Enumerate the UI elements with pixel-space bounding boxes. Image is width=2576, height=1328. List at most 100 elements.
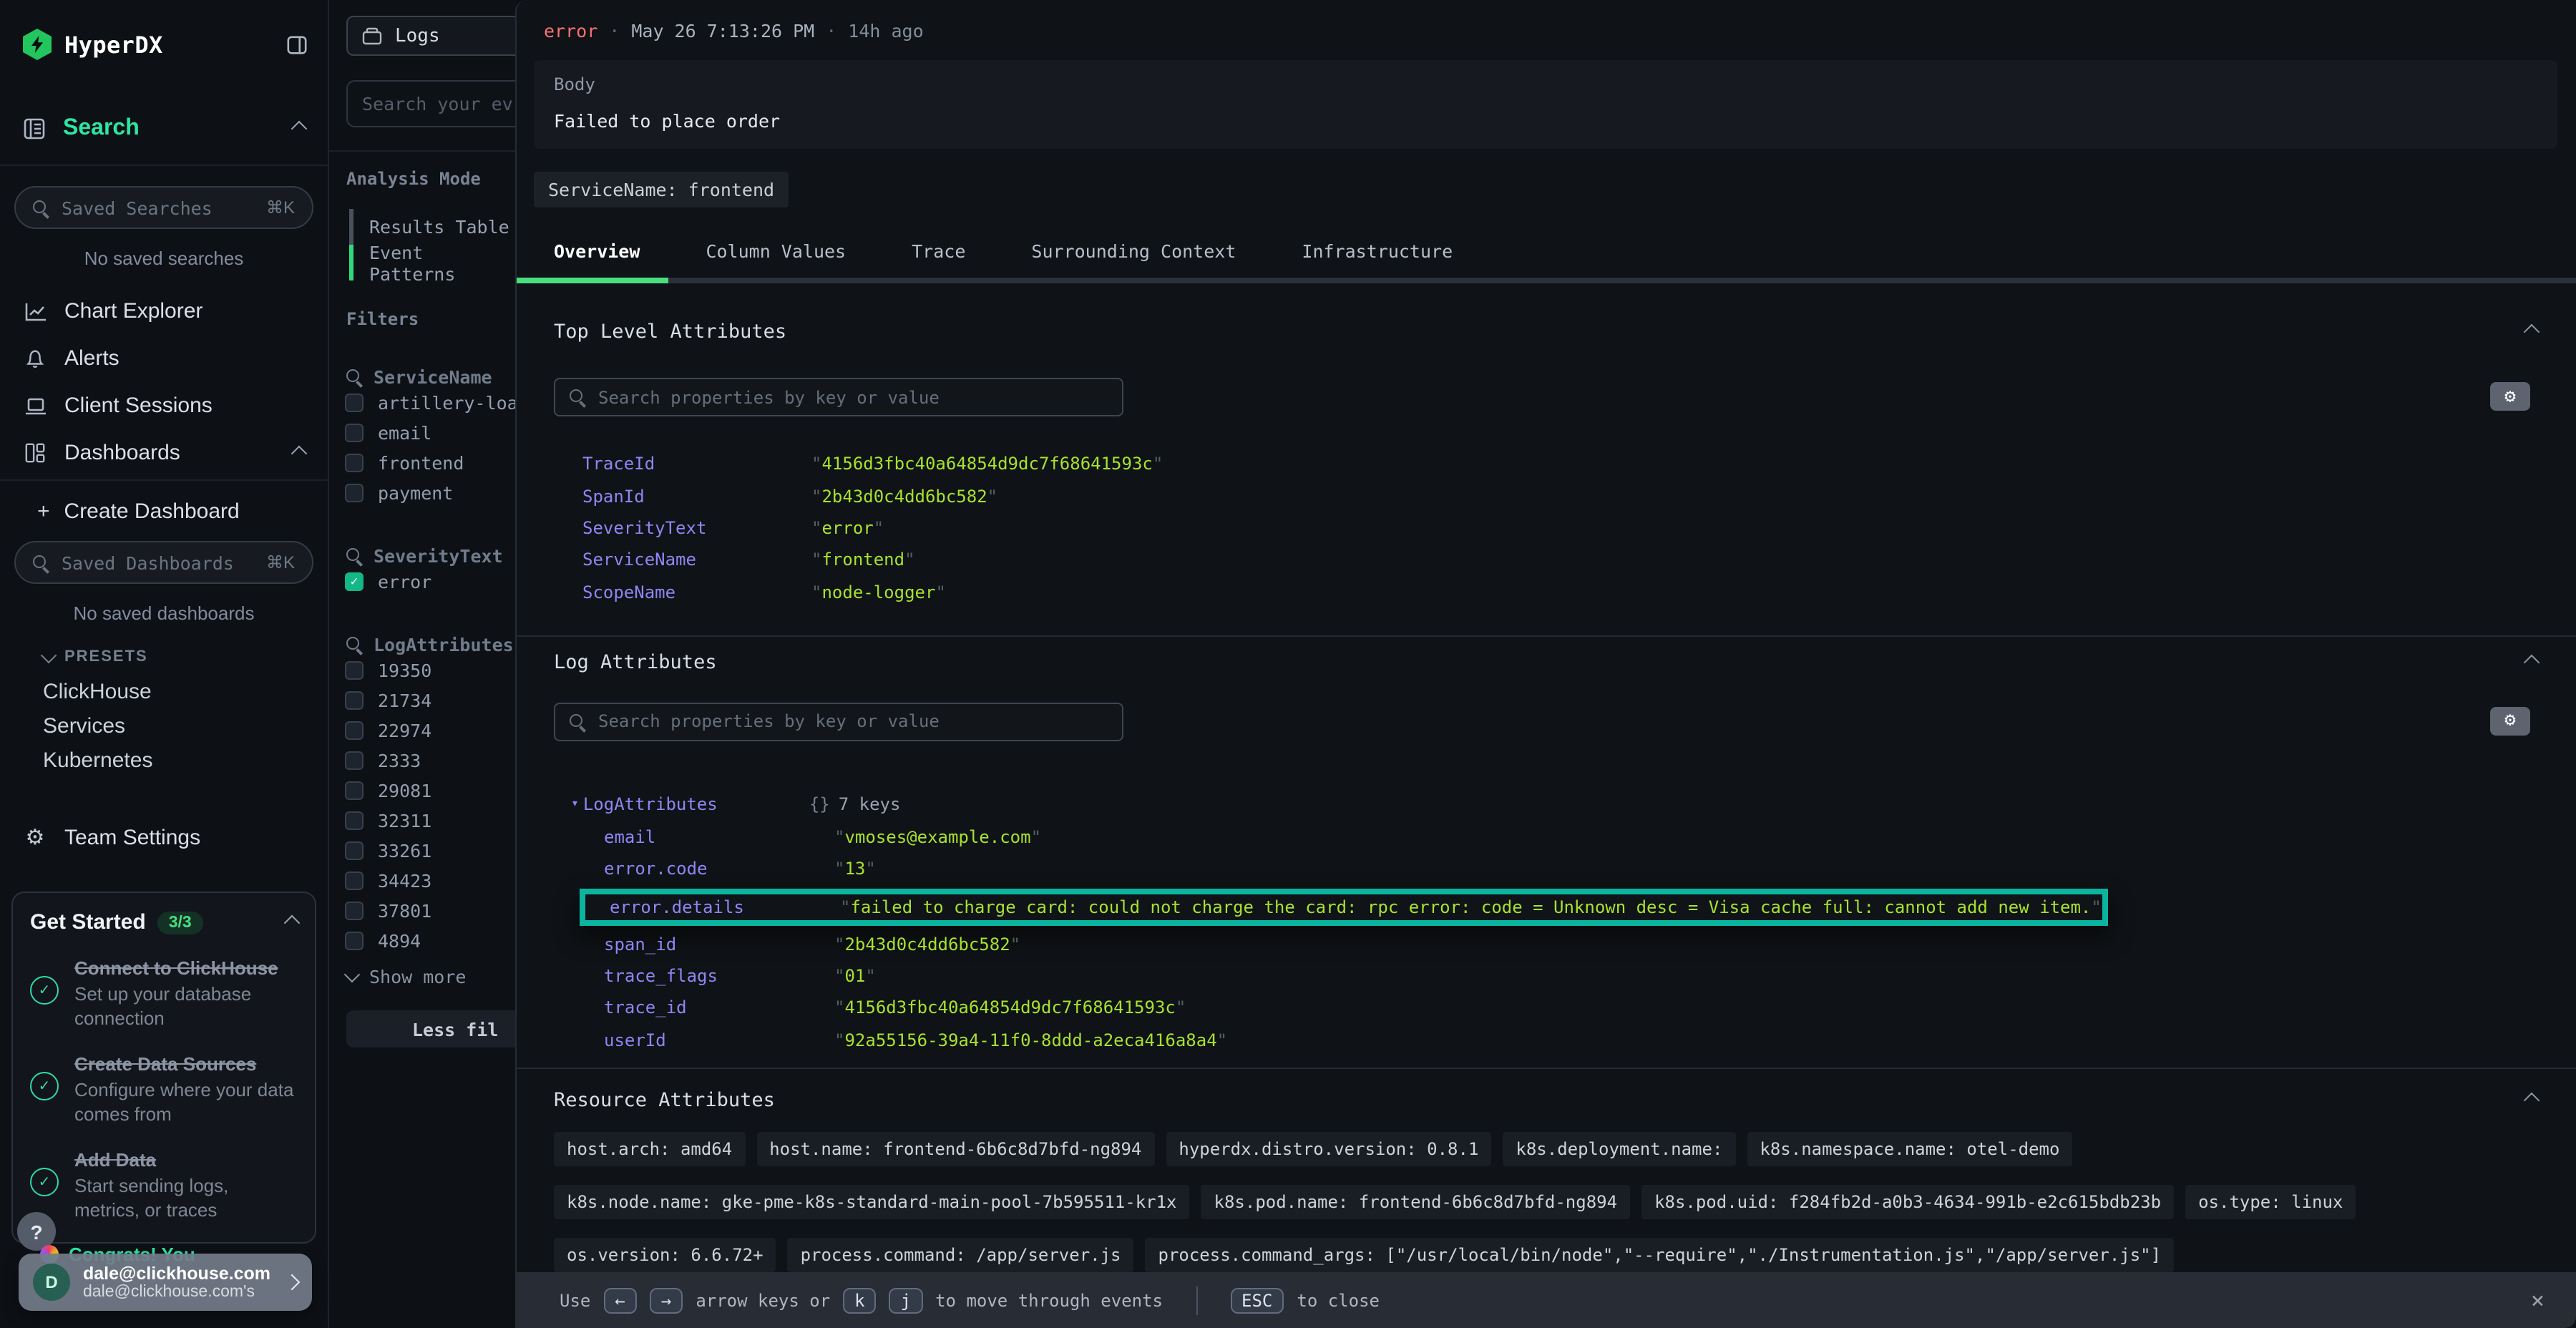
resource-tag[interactable]: k8s.node.name: gke-pme-k8s-standard-main… [554, 1184, 1190, 1219]
checkbox[interactable] [345, 572, 364, 591]
sidebar-item-dashboards[interactable]: Dashboards [0, 429, 328, 477]
event-search-input[interactable]: Search your ev [346, 80, 517, 127]
resource-tag[interactable]: process.command: /app/server.js [788, 1237, 1134, 1271]
j-key[interactable]: j [889, 1287, 922, 1313]
show-more-button[interactable]: Show more [346, 966, 517, 987]
checkbox[interactable] [345, 811, 364, 830]
get-started-collapse-chevron-icon[interactable] [284, 914, 301, 931]
resource-tag[interactable]: os.version: 6.6.72+ [554, 1237, 776, 1271]
saved-searches-input[interactable]: Saved Searches ⌘K [14, 186, 313, 229]
detail-tab[interactable]: Trace [912, 240, 965, 262]
detail-tab[interactable]: Surrounding Context [1031, 240, 1236, 262]
resource-tag[interactable]: k8s.namespace.name: otel-demo [1747, 1131, 2072, 1166]
filter-option[interactable]: error [345, 567, 517, 597]
filter-option[interactable]: 33261 [345, 836, 517, 866]
sidebar-item-chart-explorer[interactable]: Chart Explorer [0, 288, 328, 335]
checkbox[interactable] [345, 691, 364, 710]
filter-option[interactable]: artillery-loa [345, 388, 517, 418]
preset-dashboard-item[interactable]: Kubernetes [0, 743, 328, 777]
checkbox[interactable] [345, 661, 364, 680]
filter-option[interactable]: 4894 [345, 926, 517, 956]
log-attributes-search-input[interactable]: Search properties by key or value [554, 703, 1123, 741]
filter-option[interactable]: 32311 [345, 806, 517, 836]
source-select-logs[interactable]: Logs [346, 16, 517, 56]
log-attribute-row[interactable]: email "vmoses@example.com" [571, 821, 2108, 854]
sidebar-item-alerts[interactable]: Alerts [0, 335, 328, 382]
section-collapse-chevron-icon[interactable] [2524, 324, 2540, 341]
attribute-row[interactable]: ServiceName "frontend" [582, 544, 2576, 576]
filter-option[interactable]: 22974 [345, 716, 517, 746]
sidebar-collapse-icon[interactable] [286, 34, 308, 55]
get-started-item[interactable]: ✓ Add Data Start sending logs, metrics, … [30, 1148, 298, 1222]
log-attribute-row[interactable]: error.details "failed to charge card: co… [580, 888, 2108, 925]
filter-option[interactable]: 37801 [345, 896, 517, 926]
resource-tag[interactable]: k8s.pod.uid: f284fb2d-a0b3-4634-991b-e2c… [1641, 1184, 2174, 1219]
presets-toggle[interactable]: PRESETS [0, 640, 328, 674]
resource-tag[interactable]: k8s.pod.name: frontend-6b6c8d7bfd-ng894 [1201, 1184, 1631, 1219]
get-started-item[interactable]: ✓ Connect to ClickHouse Set up your data… [30, 956, 298, 1030]
checkbox[interactable] [345, 781, 364, 800]
checkbox[interactable] [345, 394, 364, 412]
attribute-row[interactable]: TraceId "4156d3fbc40a64854d9dc7f68641593… [582, 448, 2576, 480]
resource-tag[interactable]: os.type: linux [2185, 1184, 2356, 1219]
k-key[interactable]: k [843, 1287, 876, 1313]
log-attribute-row[interactable]: span_id "2b43d0c4dd6bc582" [571, 928, 2108, 960]
attribute-row[interactable]: SpanId "2b43d0c4dd6bc582" [582, 480, 2576, 512]
preset-dashboard-item[interactable]: Services [0, 708, 328, 743]
filter-option[interactable]: frontend [345, 448, 517, 478]
search-collapse-chevron-icon[interactable] [291, 121, 308, 137]
detail-tab[interactable]: Infrastructure [1302, 240, 1453, 262]
checkbox[interactable] [345, 454, 364, 472]
log-attribute-row[interactable]: userId "92a55156-39a4-11f0-8ddd-a2eca416… [571, 1024, 2108, 1056]
close-icon[interactable]: × [2531, 1286, 2545, 1314]
filter-option[interactable]: 19350 [345, 655, 517, 685]
filter-option[interactable]: payment [345, 478, 517, 508]
user-menu[interactable]: D dale@clickhouse.com dale@clickhouse.co… [19, 1254, 312, 1311]
detail-tab[interactable]: Column Values [706, 240, 846, 262]
resource-tag[interactable]: k8s.deployment.name: [1503, 1131, 1735, 1166]
resource-tag[interactable]: process.command_args: ["/usr/local/bin/n… [1146, 1237, 2175, 1271]
attribute-row[interactable]: ScopeName "node-logger" [582, 576, 2576, 608]
arrow-right-key[interactable]: → [650, 1287, 683, 1313]
service-name-chip[interactable]: ServiceName: frontend [534, 172, 789, 208]
search-icon[interactable] [346, 369, 362, 385]
arrow-left-key[interactable]: ← [603, 1287, 636, 1313]
checkbox[interactable] [345, 841, 364, 860]
log-attribute-row[interactable]: trace_flags "01" [571, 960, 2108, 992]
top-level-search-input[interactable]: Search properties by key or value [554, 378, 1123, 416]
checkbox[interactable] [345, 872, 364, 890]
esc-key[interactable]: ESC [1230, 1287, 1284, 1313]
top-level-settings-button[interactable]: ⚙ [2490, 382, 2530, 411]
log-attribute-row[interactable]: error.code "13" [571, 854, 2108, 886]
checkbox[interactable] [345, 902, 364, 920]
sidebar-item-team-settings[interactable]: ⚙ Team Settings [0, 820, 328, 854]
attribute-row[interactable]: SeverityText "error" [582, 512, 2576, 545]
log-attributes-settings-button[interactable]: ⚙ [2490, 707, 2530, 736]
detail-tab[interactable]: Overview [554, 240, 640, 262]
tree-expand-icon[interactable]: ▾ [571, 797, 579, 811]
log-attribute-row[interactable]: trace_id "4156d3fbc40a64854d9dc7f6864159… [571, 992, 2108, 1024]
filter-option[interactable]: email [345, 418, 517, 448]
sidebar-item-search[interactable]: Search [0, 112, 328, 146]
section-collapse-chevron-icon[interactable] [2524, 655, 2540, 671]
saved-dashboards-input[interactable]: Saved Dashboards ⌘K [14, 541, 313, 584]
search-icon[interactable] [346, 637, 362, 653]
section-collapse-chevron-icon[interactable] [2524, 1092, 2540, 1108]
checkbox[interactable] [345, 751, 364, 770]
resource-tag[interactable]: hyperdx.distro.version: 0.8.1 [1166, 1131, 1491, 1166]
log-attributes-root-row[interactable]: ▾ LogAttributes {} 7 keys [571, 787, 2108, 821]
analysis-mode-option[interactable]: Results Table [349, 209, 517, 245]
resource-tag[interactable]: host.arch: amd64 [554, 1131, 745, 1166]
checkbox[interactable] [345, 484, 364, 502]
filter-option[interactable]: 21734 [345, 685, 517, 716]
search-icon[interactable] [346, 548, 362, 564]
less-filters-button[interactable]: Less fil [346, 1010, 517, 1048]
sidebar-item-client-sessions[interactable]: Client Sessions [0, 382, 328, 429]
filter-option[interactable]: 29081 [345, 776, 517, 806]
analysis-mode-option[interactable]: Event Patterns [349, 245, 517, 280]
filter-option[interactable]: 2333 [345, 746, 517, 776]
checkbox[interactable] [345, 721, 364, 740]
get-started-item[interactable]: ✓ Create Data Sources Configure where yo… [30, 1052, 298, 1126]
dashboards-collapse-chevron-icon[interactable] [291, 445, 308, 462]
preset-dashboard-item[interactable]: ClickHouse [0, 674, 328, 708]
